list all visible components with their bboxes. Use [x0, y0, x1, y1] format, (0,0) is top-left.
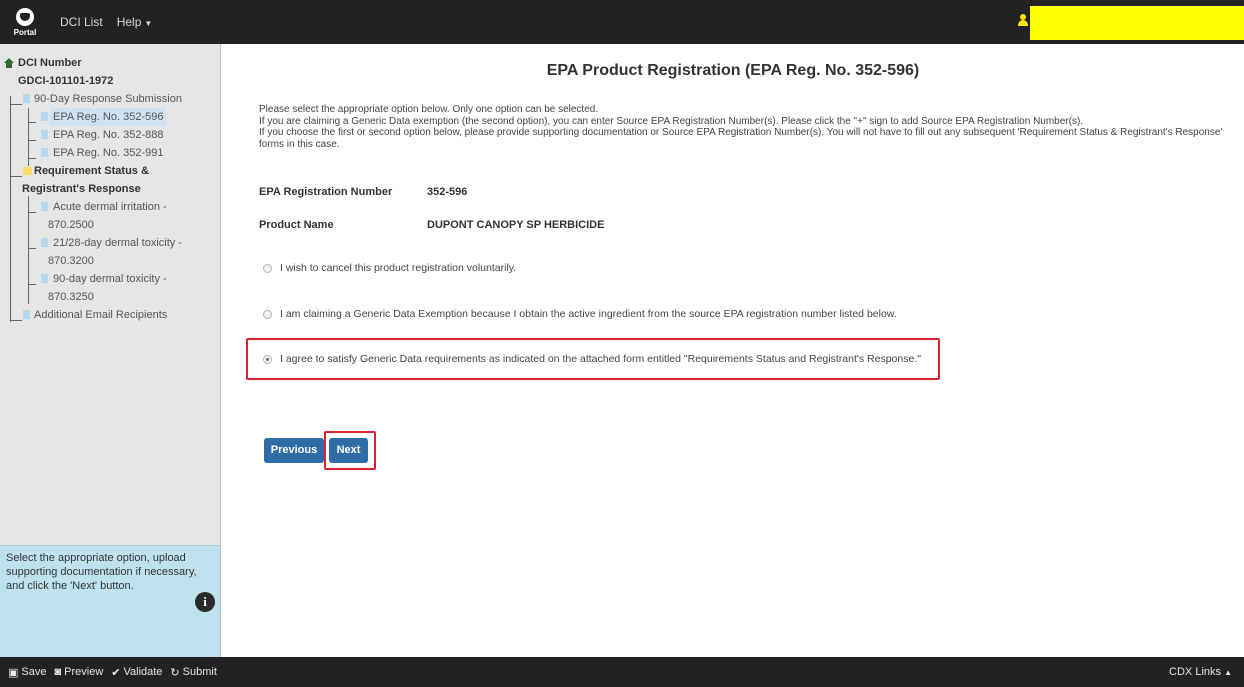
instruction-line: If you choose the first or second option… [259, 127, 1223, 150]
tree-group-90day[interactable]: 90-Day Response Submission [0, 90, 221, 108]
option-label: I wish to cancel this product registrati… [280, 262, 517, 274]
req-status-label-1: Requirement Status & [34, 165, 149, 177]
sidebar: DCI Number GDCI-101101-1972 90-Day Respo… [0, 44, 221, 657]
user-name-box[interactable] [1030, 6, 1244, 40]
req-item-code: 870.2500 [48, 219, 94, 231]
option-label: I am claiming a Generic Data Exemption b… [280, 308, 897, 320]
save-icon: ▣ [8, 666, 19, 679]
validate-label: Validate [123, 666, 163, 678]
tree-group-requirement-status-cont[interactable]: Registrant's Response [0, 180, 221, 198]
folder-icon [23, 167, 32, 175]
product-name-value: DUPONT CANOPY SP HERBICIDE [427, 219, 605, 231]
req-status-label-2: Registrant's Response [22, 183, 141, 195]
refresh-icon: ↻ [170, 666, 180, 679]
option-generic-data-exemption[interactable]: I am claiming a Generic Data Exemption b… [263, 308, 897, 320]
document-icon [41, 112, 48, 121]
navigation-tree: DCI Number GDCI-101101-1972 90-Day Respo… [0, 44, 221, 324]
tree-item-21-28-day-dermal-code[interactable]: 870.3200 [0, 252, 221, 270]
instructions: Please select the appropriate option bel… [259, 104, 1234, 150]
reg-number-value: 352-596 [427, 186, 468, 198]
document-icon [41, 130, 48, 139]
top-navbar: Portal DCI List Help ▼ [0, 0, 1244, 44]
dci-number-label: GDCI-101101-1972 [18, 75, 114, 87]
epa-item-label: EPA Reg. No. 352-888 [53, 129, 164, 141]
req-item-name: 21/28-day dermal toxicity - [53, 237, 182, 249]
tree-dci-number[interactable]: GDCI-101101-1972 [0, 72, 221, 90]
tree-root-dci[interactable]: DCI Number [0, 54, 221, 72]
tree-item-acute-dermal[interactable]: Acute dermal irritation - [0, 198, 221, 216]
product-name-label: Product Name [259, 219, 334, 231]
caret-down-icon: ▼ [144, 19, 153, 28]
tree-item-epa-352-991[interactable]: EPA Reg. No. 352-991 [0, 144, 221, 162]
cdx-links-menu[interactable]: CDX Links ▲ [1169, 666, 1232, 678]
preview-label: Preview [64, 666, 104, 678]
portal-logo[interactable]: Portal [4, 0, 46, 44]
save-label: Save [21, 666, 47, 678]
req-item-name: 90-day dermal toxicity - [53, 273, 167, 285]
camera-icon: ◙ [54, 666, 62, 678]
highlight-next-button [324, 431, 376, 470]
tree-item-90-day-dermal[interactable]: 90-day dermal toxicity - [0, 270, 221, 288]
portal-logo-text: Portal [13, 27, 37, 37]
check-icon: ✔ [111, 666, 121, 679]
document-icon [41, 202, 48, 211]
submit-label: Submit [182, 666, 217, 678]
req-item-code: 870.3250 [48, 291, 94, 303]
nav-help[interactable]: Help ▼ [117, 15, 153, 29]
epa-item-label: EPA Reg. No. 352-596 [50, 108, 167, 126]
tree-root-label: DCI Number [18, 57, 82, 69]
info-icon[interactable]: i [195, 592, 215, 612]
document-icon [41, 148, 48, 157]
req-item-name: Acute dermal irritation - [53, 201, 167, 213]
save-button[interactable]: ▣ Save [8, 666, 46, 679]
submit-button[interactable]: ↻ Submit [170, 666, 216, 679]
additional-email-label: Additional Email Recipients [34, 309, 168, 321]
portal-logo-icon [16, 7, 34, 26]
validate-button[interactable]: ✔ Validate [111, 666, 162, 679]
radio-button[interactable] [263, 263, 272, 273]
document-icon [41, 238, 48, 247]
instruction-line: Please select the appropriate option bel… [259, 104, 599, 115]
document-icon [23, 310, 30, 319]
tree-item-90-day-dermal-code[interactable]: 870.3250 [0, 288, 221, 306]
tree-item-epa-352-596[interactable]: EPA Reg. No. 352-596 [0, 108, 221, 126]
tree-item-additional-email[interactable]: Additional Email Recipients [0, 306, 221, 324]
tree-item-21-28-day-dermal[interactable]: 21/28-day dermal toxicity - [0, 234, 221, 252]
user-icon[interactable] [1018, 14, 1028, 26]
group-90day-label: 90-Day Response Submission [34, 93, 182, 105]
instruction-line: If you are claiming a Generic Data exemp… [259, 115, 1084, 127]
radio-button[interactable] [263, 309, 272, 319]
option-cancel-registration[interactable]: I wish to cancel this product registrati… [263, 262, 516, 274]
reg-number-label: EPA Registration Number [259, 186, 393, 198]
tree-item-epa-352-888[interactable]: EPA Reg. No. 352-888 [0, 126, 221, 144]
help-text: Select the appropriate option, upload su… [6, 552, 197, 592]
highlight-selected-option [246, 338, 940, 380]
main-content: EPA Product Registration (EPA Reg. No. 3… [222, 44, 1244, 657]
nav-help-label: Help [116, 15, 142, 29]
document-icon [41, 274, 48, 283]
caret-up-icon: ▲ [1224, 668, 1232, 677]
preview-button[interactable]: ◙ Preview [54, 666, 103, 678]
cdx-links-label: CDX Links [1169, 666, 1222, 678]
document-icon [23, 94, 30, 103]
tree-group-requirement-status[interactable]: Requirement Status & [0, 162, 221, 180]
epa-item-label: EPA Reg. No. 352-991 [53, 147, 164, 159]
nav-dci-list[interactable]: DCI List [60, 15, 103, 29]
home-icon [4, 58, 14, 68]
page-title: EPA Product Registration (EPA Reg. No. 3… [546, 62, 920, 79]
previous-button[interactable]: Previous [264, 438, 324, 463]
req-item-code: 870.3200 [48, 255, 94, 267]
bottom-toolbar: ▣ Save ◙ Preview ✔ Validate ↻ Submit CDX… [0, 657, 1244, 687]
help-panel: Select the appropriate option, upload su… [0, 545, 220, 657]
tree-item-acute-dermal-code[interactable]: 870.2500 [0, 216, 221, 234]
